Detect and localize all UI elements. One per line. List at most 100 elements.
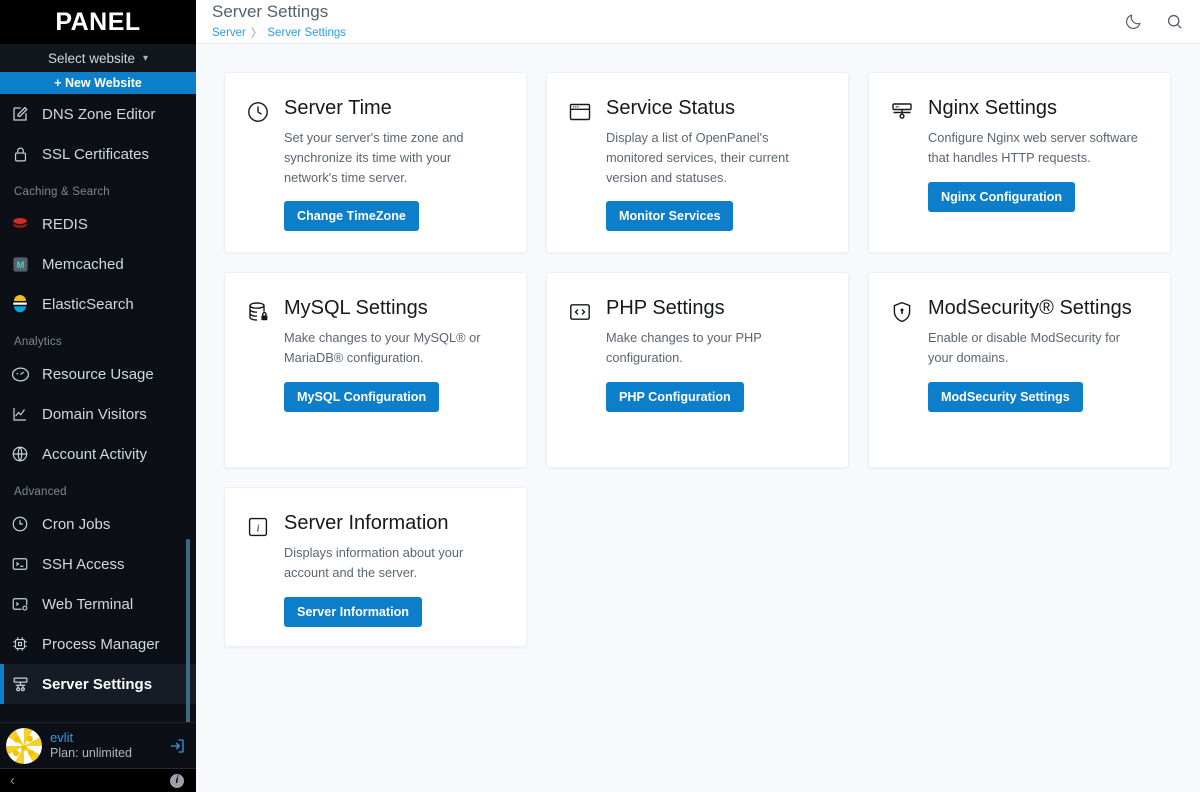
card-description: Configure Nginx web server software that… [928, 130, 1138, 165]
card-title: Server Time [284, 97, 392, 119]
breadcrumb: Server 〉 Server Settings [212, 25, 346, 41]
server-icon [10, 674, 30, 694]
sidebar-item-domain-visitors[interactable]: Domain Visitors [0, 394, 196, 434]
search-icon[interactable] [1165, 12, 1184, 31]
brand-header: PANEL [0, 0, 196, 44]
card-body: Server Information Displays information … [284, 510, 504, 627]
user-name[interactable]: evlit [50, 730, 158, 746]
shield-lock-icon [890, 300, 914, 324]
card-mysql-settings: MySQL Settings Make changes to your MySQ… [224, 272, 527, 468]
sidebar-item-resource-usage[interactable]: Resource Usage [0, 354, 196, 394]
server-information-button[interactable]: Server Information [284, 596, 422, 627]
user-plan: Plan: unlimited [50, 745, 132, 760]
change-timezone-button[interactable]: Change TimeZone [284, 201, 419, 232]
monitor-services-button[interactable]: Monitor Services [606, 201, 734, 232]
sidebar-item-ssh-access[interactable]: SSH Access [0, 544, 196, 584]
card-title: MySQL Settings [284, 297, 428, 319]
card-title: Service Status [606, 97, 735, 119]
svg-text:M: M [16, 260, 24, 270]
title-block: Server Settings Server 〉 Server Settings [212, 2, 346, 41]
svg-text:i: i [256, 522, 259, 534]
card-title: Server Information [284, 512, 449, 534]
card-body: PHP Settings Make changes to your PHP co… [606, 295, 826, 445]
sidebar-item-account-activity[interactable]: Account Activity [0, 434, 196, 474]
sidebar-item-elasticsearch[interactable]: ElasticSearch [0, 284, 196, 324]
sidebar-group-analytics: Analytics [14, 336, 62, 348]
nginx-configuration-button[interactable]: Nginx Configuration [928, 181, 1076, 212]
memcached-icon: M [10, 254, 30, 274]
card-body: ModSecurity® Settings Enable or disable … [928, 295, 1148, 445]
sidebar-item-label: Web Terminal [42, 595, 134, 613]
sidebar-item-memcached[interactable]: M Memcached [0, 244, 196, 284]
database-lock-icon [246, 300, 270, 324]
sidebar-item-cron-jobs[interactable]: Cron Jobs [0, 504, 196, 544]
card-title: ModSecurity® Settings [928, 297, 1132, 319]
chart-line-icon [10, 404, 30, 424]
card-body: Nginx Settings Configure Nginx web serve… [928, 95, 1148, 230]
moon-icon[interactable] [1124, 12, 1143, 31]
card-title: PHP Settings [606, 297, 725, 319]
card-body: Server Time Set your server's time zone … [284, 95, 504, 232]
mysql-configuration-button[interactable]: MySQL Configuration [284, 381, 440, 412]
edit-square-icon [10, 104, 30, 124]
card-description: Make changes to your PHP configuration. [606, 330, 762, 365]
breadcrumb-item-server-settings[interactable]: Server Settings [267, 27, 346, 39]
logout-icon[interactable] [166, 735, 188, 757]
card-php-settings: PHP Settings Make changes to your PHP co… [546, 272, 849, 468]
code-brackets-icon [568, 300, 592, 324]
card-description: Display a list of OpenPanel's monitored … [606, 130, 789, 185]
breadcrumb-separator: 〉 [250, 27, 263, 40]
sidebar-item-server-settings[interactable]: Server Settings [0, 664, 196, 704]
user-panel[interactable]: evlit Plan: unlimited [0, 722, 196, 768]
sidebar-item-label: DNS Zone Editor [42, 105, 156, 123]
card-description: Make changes to your MySQL® or MariaDB® … [284, 330, 481, 365]
sidebar-scrollbar[interactable] [186, 139, 190, 722]
breadcrumb-item-server[interactable]: Server [212, 27, 246, 39]
sidebar-scrollbar-thumb[interactable] [186, 539, 190, 722]
sidebar-item-label: Memcached [42, 255, 124, 273]
info-icon[interactable]: i [170, 773, 184, 788]
chevron-down-icon: ▾ [143, 52, 149, 64]
cpu-icon [10, 634, 30, 654]
card-title: Nginx Settings [928, 97, 1057, 119]
sidebar-item-label: SSL Certificates [42, 145, 149, 163]
card-body: MySQL Settings Make changes to your MySQ… [284, 295, 504, 445]
sidebar-item-process-manager[interactable]: Process Manager [0, 624, 196, 664]
sidebar-item-ssl-certificates[interactable]: SSL Certificates [0, 134, 196, 174]
card-description: Enable or disable ModSecurity for your d… [928, 330, 1121, 365]
sidebar-item-dns-zone-editor[interactable]: DNS Zone Editor [0, 94, 196, 134]
sidebar-item-redis[interactable]: REDIS [0, 204, 196, 244]
sidebar: PANEL Select website ▾ + New Website DNS… [0, 0, 196, 792]
settings-card-grid: Server Time Set your server's time zone … [224, 72, 1176, 647]
topbar: Server Settings Server 〉 Server Settings [196, 0, 1200, 44]
sidebar-nav: DNS Zone Editor SSL Certificates Caching… [0, 94, 196, 722]
user-meta: evlit Plan: unlimited [50, 730, 158, 762]
terminal-icon [10, 554, 30, 574]
browser-window-icon [568, 100, 592, 124]
modsecurity-settings-button[interactable]: ModSecurity Settings [928, 381, 1083, 412]
card-modsecurity-settings: ModSecurity® Settings Enable or disable … [868, 272, 1171, 468]
card-description: Displays information about your account … [284, 545, 464, 580]
content-area: Server Time Set your server's time zone … [196, 44, 1200, 792]
clock-icon [246, 100, 270, 124]
website-selector[interactable]: Select website ▾ [0, 44, 196, 72]
redis-icon [10, 214, 30, 234]
new-website-button[interactable]: + New Website [0, 72, 196, 94]
server-icon [890, 100, 914, 124]
sidebar-item-web-terminal[interactable]: Web Terminal [0, 584, 196, 624]
sidebar-item-label: REDIS [42, 215, 88, 233]
sidebar-group-caching-search: Caching & Search [14, 186, 110, 198]
page-title: Server Settings [212, 2, 329, 22]
sidebar-footer: ‹ i [0, 768, 196, 792]
card-server-information: i Server Information Displays informatio… [224, 487, 527, 647]
chevron-left-icon[interactable]: ‹ [10, 773, 15, 788]
avatar [6, 727, 42, 764]
new-website-label: + New Website [54, 76, 142, 90]
card-description: Set your server's time zone and synchron… [284, 130, 464, 185]
website-selector-label: Select website [47, 50, 135, 66]
info-square-icon: i [246, 515, 270, 539]
sidebar-group-advanced: Advanced [14, 486, 67, 498]
main-area: Server Settings Server 〉 Server Settings [196, 0, 1200, 792]
card-server-time: Server Time Set your server's time zone … [224, 72, 527, 253]
php-configuration-button[interactable]: PHP Configuration [606, 381, 744, 412]
